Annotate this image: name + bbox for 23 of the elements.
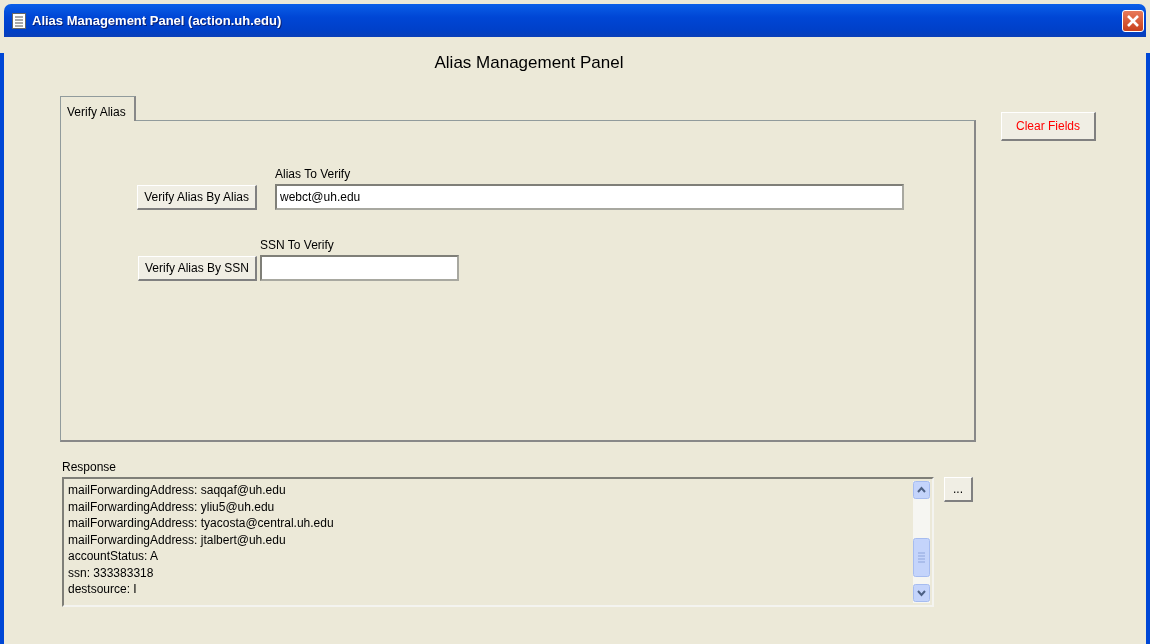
response-text-area[interactable] — [62, 477, 934, 607]
verify-button[interactable]: Verify Alias By Alias — [137, 185, 257, 210]
close-icon — [1126, 13, 1140, 28]
panel-heading: Alias Management Panel — [433, 53, 625, 73]
document-icon — [12, 12, 26, 29]
window-title: Alias Management Panel (action.uh.edu) — [32, 13, 283, 28]
response-line: mailForwardingAddress: saqqaf@uh.edu — [68, 482, 287, 499]
response-line: mailForwardingAddress: yliu5@uh.edu — [68, 498, 276, 515]
tab[interactable]: Verify Alias — [60, 96, 136, 121]
response-line: ssn: 333383318 — [68, 564, 155, 581]
verify-button[interactable]: Verify Alias By SSN — [137, 256, 257, 281]
more-button[interactable]: ... — [944, 477, 973, 502]
scrollbar[interactable] — [913, 481, 930, 603]
response-line: destsource: I — [68, 581, 138, 598]
input-field[interactable] — [260, 255, 459, 281]
response-line: mailForwardingAddress: jtalbert@uh.edu — [68, 531, 287, 548]
input-field[interactable]: webct@uh.edu — [275, 184, 904, 210]
close-button[interactable] — [1122, 9, 1144, 32]
field-label: Alias To Verify — [275, 167, 352, 181]
response-label: Response — [62, 460, 117, 474]
field-label: SSN To Verify — [260, 238, 335, 252]
response-line: mailForwardingAddress: tyacosta@central.uh.edu — [68, 515, 335, 532]
response-line: accountStatus: A — [68, 548, 160, 565]
